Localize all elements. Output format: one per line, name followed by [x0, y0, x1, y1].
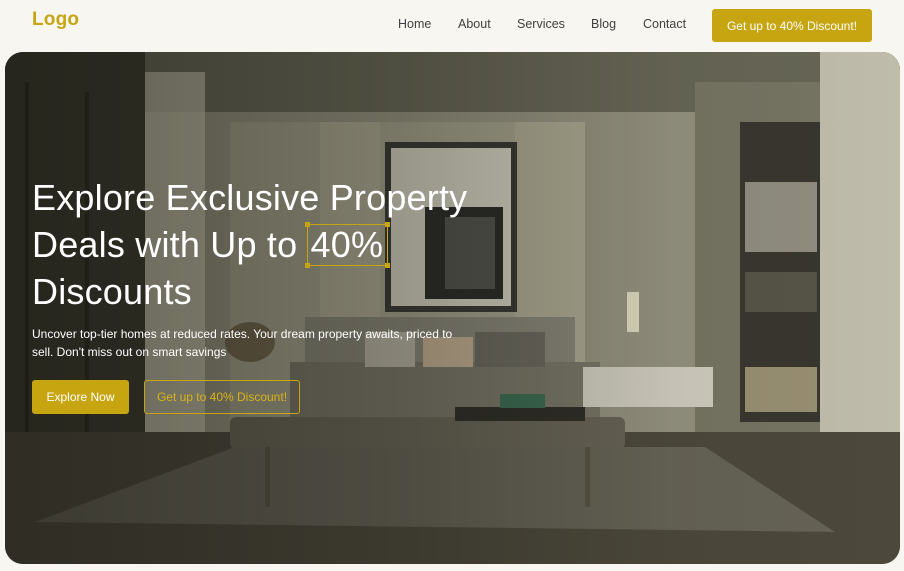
- highlight-frame: [306, 224, 389, 266]
- site-header: Logo Home About Services Blog Contact Ge…: [0, 0, 904, 50]
- discount-outline-button[interactable]: Get up to 40% Discount!: [144, 380, 300, 414]
- hero-subtitle: Uncover top-tier homes at reduced rates.…: [32, 327, 453, 359]
- highlight-handle-bottom-left: [304, 263, 310, 268]
- hero-title: Explore Exclusive Property Deals with Up…: [32, 174, 502, 315]
- highlight-handle-bottom-right: [385, 263, 391, 268]
- hero-title-line2: Deals with Up to: [32, 224, 298, 265]
- discount-highlight: 40%: [304, 221, 391, 268]
- nav-home[interactable]: Home: [398, 17, 431, 31]
- logo[interactable]: Logo: [32, 9, 79, 31]
- nav-blog[interactable]: Blog: [591, 17, 616, 31]
- hero-title-line1: Explore Exclusive Property: [32, 177, 468, 218]
- nav-services[interactable]: Services: [517, 17, 565, 31]
- hero-title-line3: Discounts: [32, 271, 192, 312]
- discount-cta-button[interactable]: Get up to 40% Discount!: [712, 9, 872, 42]
- highlight-handle-top-left: [304, 222, 310, 227]
- hero-section: Explore Exclusive Property Deals with Up…: [5, 52, 900, 564]
- explore-now-button[interactable]: Explore Now: [32, 380, 129, 414]
- nav-contact[interactable]: Contact: [643, 17, 686, 31]
- highlight-handle-top-right: [385, 222, 391, 227]
- nav-about[interactable]: About: [458, 17, 491, 31]
